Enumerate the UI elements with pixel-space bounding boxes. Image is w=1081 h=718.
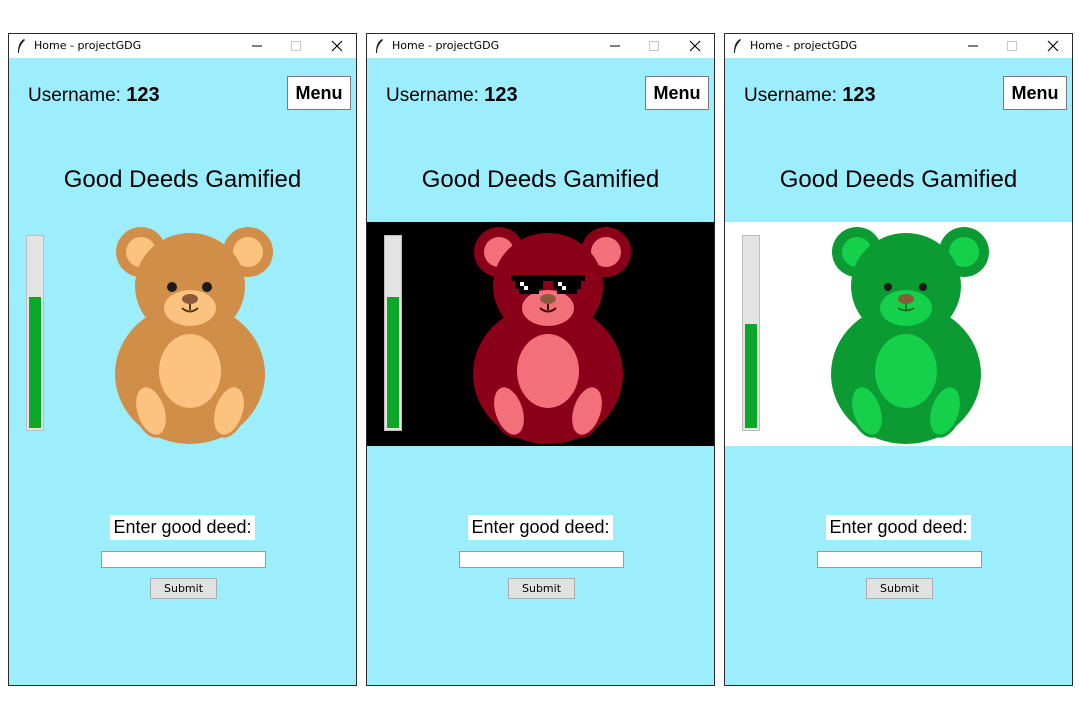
progress-fill xyxy=(29,296,41,428)
minimize-button[interactable] xyxy=(954,34,992,58)
deed-label-wrap: Enter good deed: xyxy=(9,515,356,540)
close-icon xyxy=(331,40,343,52)
username-value: 123 xyxy=(842,84,876,106)
minimize-button[interactable] xyxy=(238,34,276,58)
bear-image xyxy=(831,227,989,444)
maximize-button[interactable] xyxy=(277,34,315,58)
title-bar[interactable]: Home - projectGDG xyxy=(367,34,714,58)
username-display: Username: 123 xyxy=(28,84,160,107)
bear-panel xyxy=(367,222,714,446)
minimize-icon xyxy=(968,45,978,47)
app-window: Home - projectGDG Username: 123 Menu Goo… xyxy=(366,33,715,686)
bear-panel xyxy=(725,222,1072,446)
progress-bar xyxy=(26,235,44,431)
deed-label: Enter good deed: xyxy=(468,515,613,540)
maximize-icon xyxy=(649,41,659,51)
maximize-button[interactable] xyxy=(635,34,673,58)
feather-icon xyxy=(18,39,25,53)
menu-button[interactable]: Menu xyxy=(287,76,351,110)
progress-bar xyxy=(384,235,402,431)
feather-icon xyxy=(734,39,741,53)
client-area: Username: 123 Menu Good Deeds Gamified E… xyxy=(367,58,714,685)
client-area: Username: 123 Menu Good Deeds Gamified E… xyxy=(9,58,356,685)
app-window: Home - projectGDG Username: 123 Menu Goo… xyxy=(8,33,357,686)
client-area: Username: 123 Menu Good Deeds Gamified E… xyxy=(725,58,1072,685)
deed-input[interactable] xyxy=(459,551,624,568)
deed-label-wrap: Enter good deed: xyxy=(725,515,1072,540)
close-button[interactable] xyxy=(1034,34,1072,58)
deed-input[interactable] xyxy=(101,551,266,568)
minimize-icon xyxy=(610,45,620,47)
title-bar[interactable]: Home - projectGDG xyxy=(725,34,1072,58)
bear-panel xyxy=(9,222,356,446)
maximize-icon xyxy=(291,41,301,51)
title-bar[interactable]: Home - projectGDG xyxy=(9,34,356,58)
deed-label: Enter good deed: xyxy=(110,515,255,540)
progress-fill xyxy=(745,323,757,428)
submit-button[interactable]: Submit xyxy=(866,578,933,599)
username-value: 123 xyxy=(126,84,160,106)
close-button[interactable] xyxy=(676,34,714,58)
bear-image xyxy=(473,227,631,444)
minimize-button[interactable] xyxy=(596,34,634,58)
menu-button[interactable]: Menu xyxy=(645,76,709,110)
close-icon xyxy=(1047,40,1059,52)
window-title: Home - projectGDG xyxy=(392,39,500,52)
app-title: Good Deeds Gamified xyxy=(63,166,302,193)
feather-icon xyxy=(376,39,383,53)
submit-button[interactable]: Submit xyxy=(150,578,217,599)
app-title: Good Deeds Gamified xyxy=(779,166,1018,193)
bear-image xyxy=(115,227,273,444)
username-label: Username: xyxy=(386,85,479,106)
progress-fill xyxy=(387,296,399,428)
username-label: Username: xyxy=(744,85,837,106)
minimize-icon xyxy=(252,45,262,47)
close-icon xyxy=(689,40,701,52)
username-display: Username: 123 xyxy=(386,84,518,107)
maximize-icon xyxy=(1007,41,1017,51)
username-display: Username: 123 xyxy=(744,84,876,107)
deed-label-wrap: Enter good deed: xyxy=(367,515,714,540)
progress-bar xyxy=(742,235,760,431)
window-title: Home - projectGDG xyxy=(750,39,858,52)
username-label: Username: xyxy=(28,85,121,106)
menu-button[interactable]: Menu xyxy=(1003,76,1067,110)
window-title: Home - projectGDG xyxy=(34,39,142,52)
deed-label: Enter good deed: xyxy=(826,515,971,540)
app-window: Home - projectGDG Username: 123 Menu Goo… xyxy=(724,33,1073,686)
username-value: 123 xyxy=(484,84,518,106)
submit-button[interactable]: Submit xyxy=(508,578,575,599)
app-title: Good Deeds Gamified xyxy=(421,166,660,193)
deed-input[interactable] xyxy=(817,551,982,568)
close-button[interactable] xyxy=(318,34,356,58)
maximize-button[interactable] xyxy=(993,34,1031,58)
